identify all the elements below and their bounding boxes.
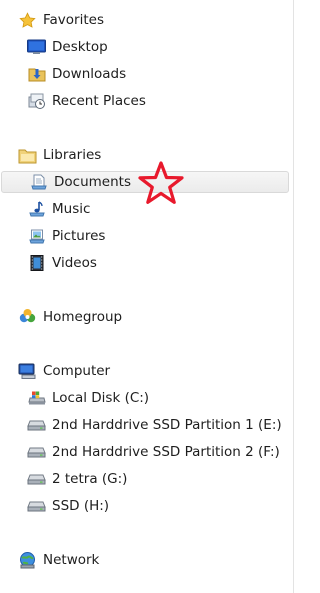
downloads-folder-icon xyxy=(27,65,46,84)
videos-icon xyxy=(27,254,46,273)
nav-item-desktop[interactable]: Desktop xyxy=(0,36,289,58)
nav-item-videos[interactable]: Videos xyxy=(0,252,289,274)
nav-computer-label: Computer xyxy=(43,363,111,379)
navigation-pane: Favorites Desktop Downloads Recent Place… xyxy=(0,0,294,593)
nav-item-label: Desktop xyxy=(52,39,108,55)
documents-icon xyxy=(29,173,48,192)
nav-item-recent-places[interactable]: Recent Places xyxy=(0,90,289,112)
nav-homegroup[interactable]: Homegroup xyxy=(0,306,289,328)
nav-item-downloads[interactable]: Downloads xyxy=(0,63,289,85)
nav-network-label: Network xyxy=(43,552,100,568)
drive-icon xyxy=(27,416,46,435)
nav-item-label: Documents xyxy=(54,174,131,190)
nav-item-label: 2nd Harddrive SSD Partition 1 (E:) xyxy=(52,417,282,433)
drive-icon xyxy=(27,470,46,489)
computer-icon xyxy=(18,362,37,381)
nav-item-label: Pictures xyxy=(52,228,106,244)
nav-favorites[interactable]: Favorites xyxy=(0,9,289,31)
nav-item-label: Videos xyxy=(52,255,97,271)
desktop-icon xyxy=(27,38,46,57)
nav-item-drive-g[interactable]: 2 tetra (G:) xyxy=(0,468,289,490)
nav-favorites-label: Favorites xyxy=(43,12,104,28)
nav-computer[interactable]: Computer xyxy=(0,360,289,382)
pictures-icon xyxy=(27,227,46,246)
nav-item-drive-f[interactable]: 2nd Harddrive SSD Partition 2 (F:) xyxy=(0,441,289,463)
recent-places-icon xyxy=(27,92,46,111)
nav-homegroup-label: Homegroup xyxy=(43,309,123,325)
nav-item-drive-e[interactable]: 2nd Harddrive SSD Partition 1 (E:) xyxy=(0,414,289,436)
libraries-folder-icon xyxy=(18,146,37,165)
drive-icon xyxy=(27,443,46,462)
nav-item-label: Music xyxy=(52,201,91,217)
nav-libraries-label: Libraries xyxy=(43,147,102,163)
nav-item-label: 2nd Harddrive SSD Partition 2 (F:) xyxy=(52,444,280,460)
nav-item-label: Recent Places xyxy=(52,93,146,109)
local-disk-icon xyxy=(27,389,46,408)
nav-item-local-disk[interactable]: Local Disk (C:) xyxy=(0,387,289,409)
nav-item-label: 2 tetra (G:) xyxy=(52,471,128,487)
star-icon xyxy=(18,11,37,30)
homegroup-icon xyxy=(18,308,37,327)
network-icon xyxy=(18,551,37,570)
nav-item-pictures[interactable]: Pictures xyxy=(0,225,289,247)
music-icon xyxy=(27,200,46,219)
red-star-outline-icon xyxy=(137,160,185,206)
nav-item-label: Downloads xyxy=(52,66,127,82)
drive-icon xyxy=(27,497,46,516)
nav-item-label: Local Disk (C:) xyxy=(52,390,150,406)
nav-network[interactable]: Network xyxy=(0,549,289,571)
nav-item-drive-h[interactable]: SSD (H:) xyxy=(0,495,289,517)
nav-item-label: SSD (H:) xyxy=(52,498,110,514)
